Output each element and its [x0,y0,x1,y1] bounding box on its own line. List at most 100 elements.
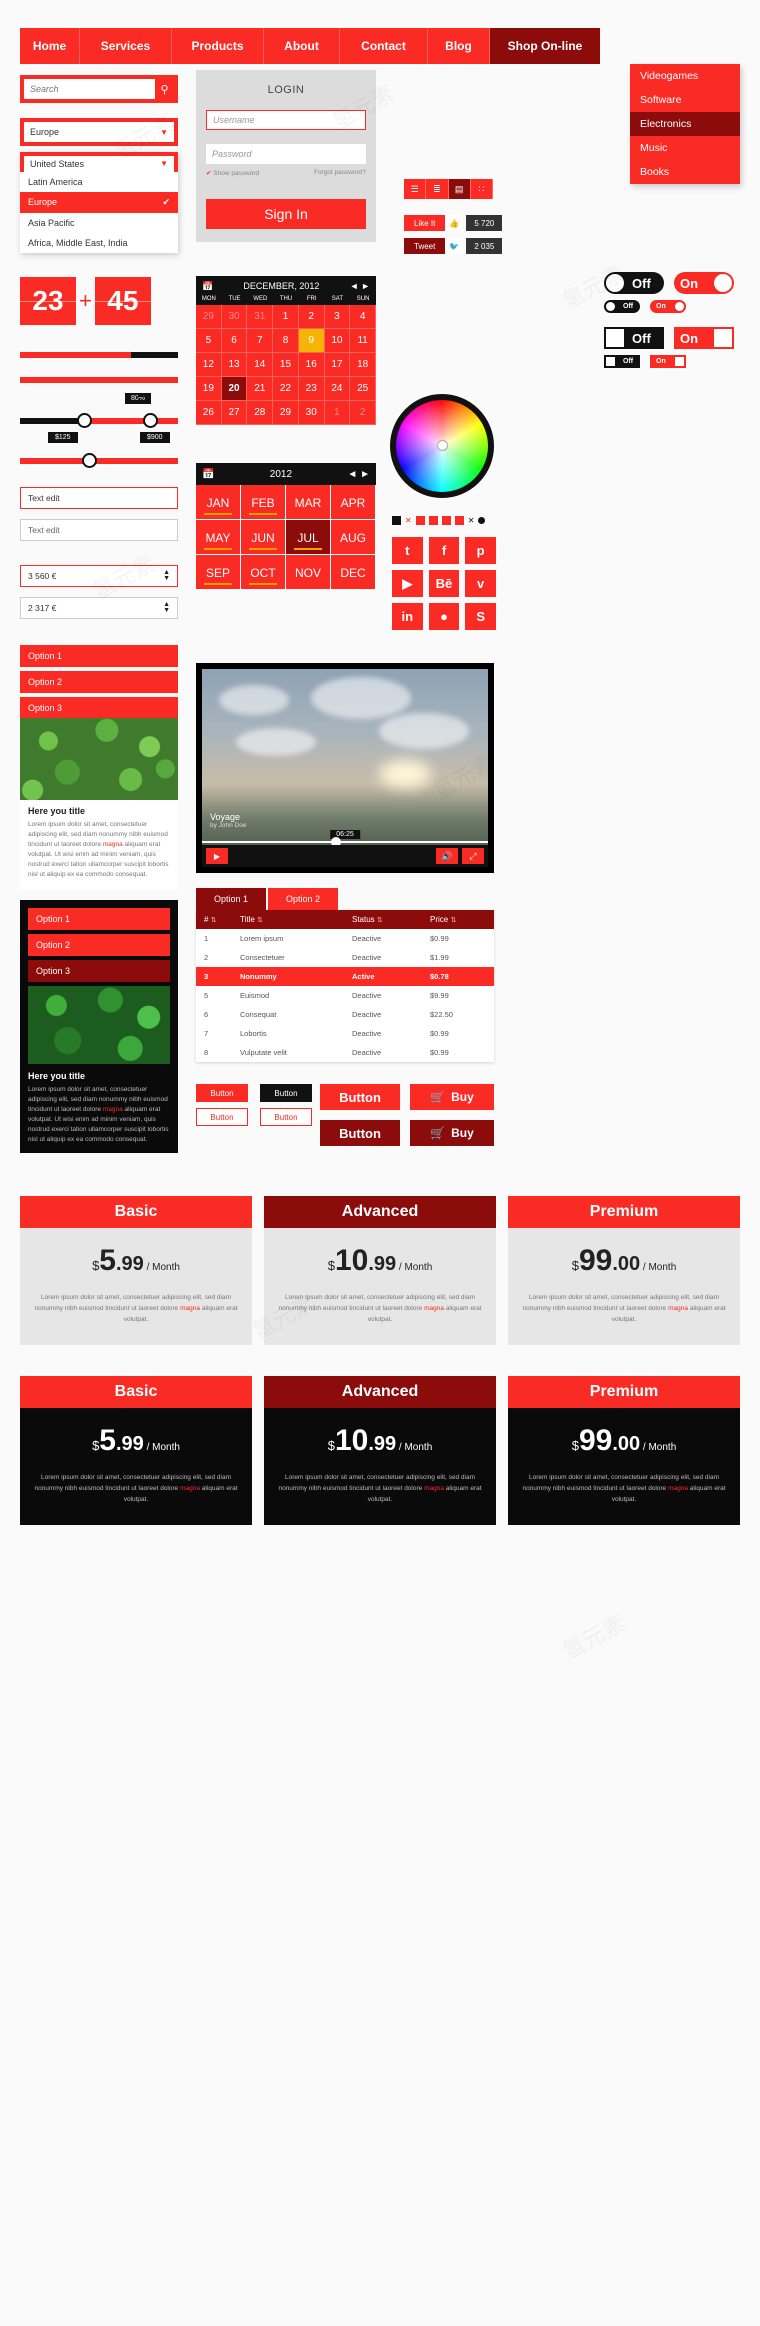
small-button-2[interactable]: Button [196,1108,248,1126]
month-grid[interactable]: JAN FEB MAR APR MAY JUN JUL AUG SEP OCT NOV DEC [196,485,376,590]
calendar-day-8[interactable]: 6 [221,329,248,353]
single-slider-handle[interactable] [81,453,97,468]
twitter-icon[interactable]: t [392,537,423,564]
text-input-active[interactable]: Text edit [20,487,178,509]
calendar-day-23[interactable]: 21 [247,377,274,401]
shop-menu-item-electronics[interactable]: Electronics [630,112,740,136]
month-picker-nav[interactable]: ◄ ► [347,469,370,480]
calendar-day-22[interactable]: 20 [221,377,248,401]
month-cell-mar[interactable]: MAR [286,485,331,520]
big-button-0[interactable]: Button [320,1084,400,1110]
facebook-icon[interactable]: f [428,537,460,564]
small-button-1[interactable]: Button [260,1084,312,1102]
toggle-square-large-dark[interactable]: Off [604,327,664,349]
behance-icon[interactable]: Bē [428,570,460,597]
color-swatch-3[interactable] [428,516,438,525]
sign-in-button[interactable]: Sign In [206,199,366,229]
table-row[interactable]: 3 Nonummy Active $0.78 [196,967,494,986]
color-swatch-2[interactable] [415,516,425,525]
region-option-3[interactable]: Asia Pacific [20,213,178,233]
region-option-1[interactable]: Latin America [20,172,178,192]
month-cell-jun[interactable]: JUN [241,520,286,555]
table-column-title[interactable]: Title ⇅ [240,915,352,924]
expand-icon[interactable]: ⤢ [462,848,484,864]
region-option-0[interactable]: United States ▼ [20,152,178,172]
buy-button-group[interactable]: 🛒 Buy 🛒 Buy [410,1084,494,1146]
search-input[interactable] [24,84,155,94]
nav-item-home[interactable]: Home [20,28,80,64]
stepper-arrows-icon-2[interactable]: ▲ ▼ [163,601,170,614]
skype-icon[interactable]: S [465,603,496,630]
calendar-day-2[interactable]: 31 [247,305,274,329]
video-scrubber[interactable] [202,837,488,847]
month-cell-aug[interactable]: AUG [331,520,376,555]
like-counter[interactable]: Like It 👍 5 720 [404,215,503,231]
dark-option-2[interactable]: Option 2 [28,934,170,956]
toggle-switch-group[interactable]: Off On Off On Off On Off On [604,272,744,382]
dribbble-icon[interactable]: ● [428,603,460,630]
month-cell-jan[interactable]: JAN [196,485,241,520]
big-button-1[interactable]: Button [320,1120,400,1146]
month-picker-widget[interactable]: 📅 2012 ◄ ► JAN FEB MAR APR MAY JUN JUL AUG SEP OC… [196,463,376,590]
calendar-day-28[interactable]: 26 [196,401,222,425]
nav-item-shop-online[interactable]: Shop On-line [490,28,600,64]
text-input-inactive[interactable]: Text edit [20,519,178,541]
forgot-password-link[interactable]: Forgot password? [314,169,366,177]
table-row[interactable]: 2 Consectetuer Deactive $1.99 [196,948,494,967]
calendar-day-26[interactable]: 24 [324,377,351,401]
calendar-prev-icon[interactable]: ◄ [350,281,359,291]
color-swatch-5[interactable] [454,516,464,525]
shop-menu-item-videogames[interactable]: Videogames [630,64,740,88]
calendar-day-4[interactable]: 2 [298,305,325,329]
video-player[interactable]: Voyage by John Doe 06:25 ▶ 🔊 ⤢ [196,663,494,873]
calendar-day-0[interactable]: 29 [196,305,222,329]
nav-item-products[interactable]: Products [172,28,264,64]
small-button-3[interactable]: Button [260,1108,312,1126]
nav-item-contact[interactable]: Contact [340,28,428,64]
username-field[interactable]: Username [206,110,366,130]
month-cell-jul[interactable]: JUL [286,520,331,555]
option-light-1[interactable]: Option 1 [20,645,178,667]
stepper-arrows-icon[interactable]: ▲ ▼ [163,569,170,582]
toggle-square-large-red[interactable]: On [674,327,734,349]
dark-option-1[interactable]: Option 1 [28,908,170,930]
calendar-day-25[interactable]: 23 [298,377,325,401]
month-next-icon[interactable]: ► [360,469,370,480]
region-option-4[interactable]: Africa, Middle East, India [20,233,178,253]
calendar-day-27[interactable]: 25 [350,377,376,401]
calendar-day-5[interactable]: 3 [324,305,351,329]
table-row[interactable]: 8 Vulputate velit Deactive $0.99 [196,1043,494,1062]
calendar-day-30[interactable]: 28 [247,401,274,425]
video-controls-right[interactable]: 🔊 ⤢ [436,848,484,864]
month-prev-icon[interactable]: ◄ [347,469,357,480]
shop-menu-item-music[interactable]: Music [630,136,740,160]
table-column-num[interactable]: # ⇅ [204,915,240,924]
month-cell-nov[interactable]: NOV [286,555,331,590]
calendar-grid[interactable]: 29 30 31 1 2 3 4 5 6 7 8 9 10 11 12 13 14 15 16 17 18 19 20 21 2… [196,305,376,425]
toggle-round-small-red[interactable]: On [650,300,686,313]
youtube-icon[interactable]: ▶ [392,570,423,597]
calendar-day-29[interactable]: 27 [221,401,248,425]
color-swatch-4[interactable] [441,516,451,525]
option-light-3[interactable]: Option 3 [20,697,178,719]
table-tabs[interactable]: Option 1 Option 2 [196,888,340,910]
small-button-0[interactable]: Button [196,1084,248,1102]
small-button-group[interactable]: Button Button Button Button [196,1084,316,1126]
calendar-day-14[interactable]: 12 [196,353,222,377]
toggle-round-small-dark[interactable]: Off [604,300,640,313]
nav-item-blog[interactable]: Blog [428,28,490,64]
list-detail-icon[interactable]: ▤ [448,179,471,199]
calendar-day-3[interactable]: 1 [273,305,299,329]
search-box[interactable]: ⚲ [20,75,178,103]
twitter-bird-icon[interactable]: 🐦 [445,238,464,254]
calendar-day-19[interactable]: 17 [324,353,351,377]
calendar-day-1[interactable]: 30 [221,305,248,329]
calendar-day-24[interactable]: 22 [273,377,299,401]
calendar-day-6[interactable]: 4 [350,305,376,329]
tweet-label[interactable]: Tweet [404,238,446,254]
like-label[interactable]: Like It [404,215,446,231]
calendar-day-34[interactable]: 2 [350,401,376,425]
nav-item-services[interactable]: Services [80,28,172,64]
single-slider[interactable] [20,453,178,468]
calendar-day-20[interactable]: 18 [350,353,376,377]
